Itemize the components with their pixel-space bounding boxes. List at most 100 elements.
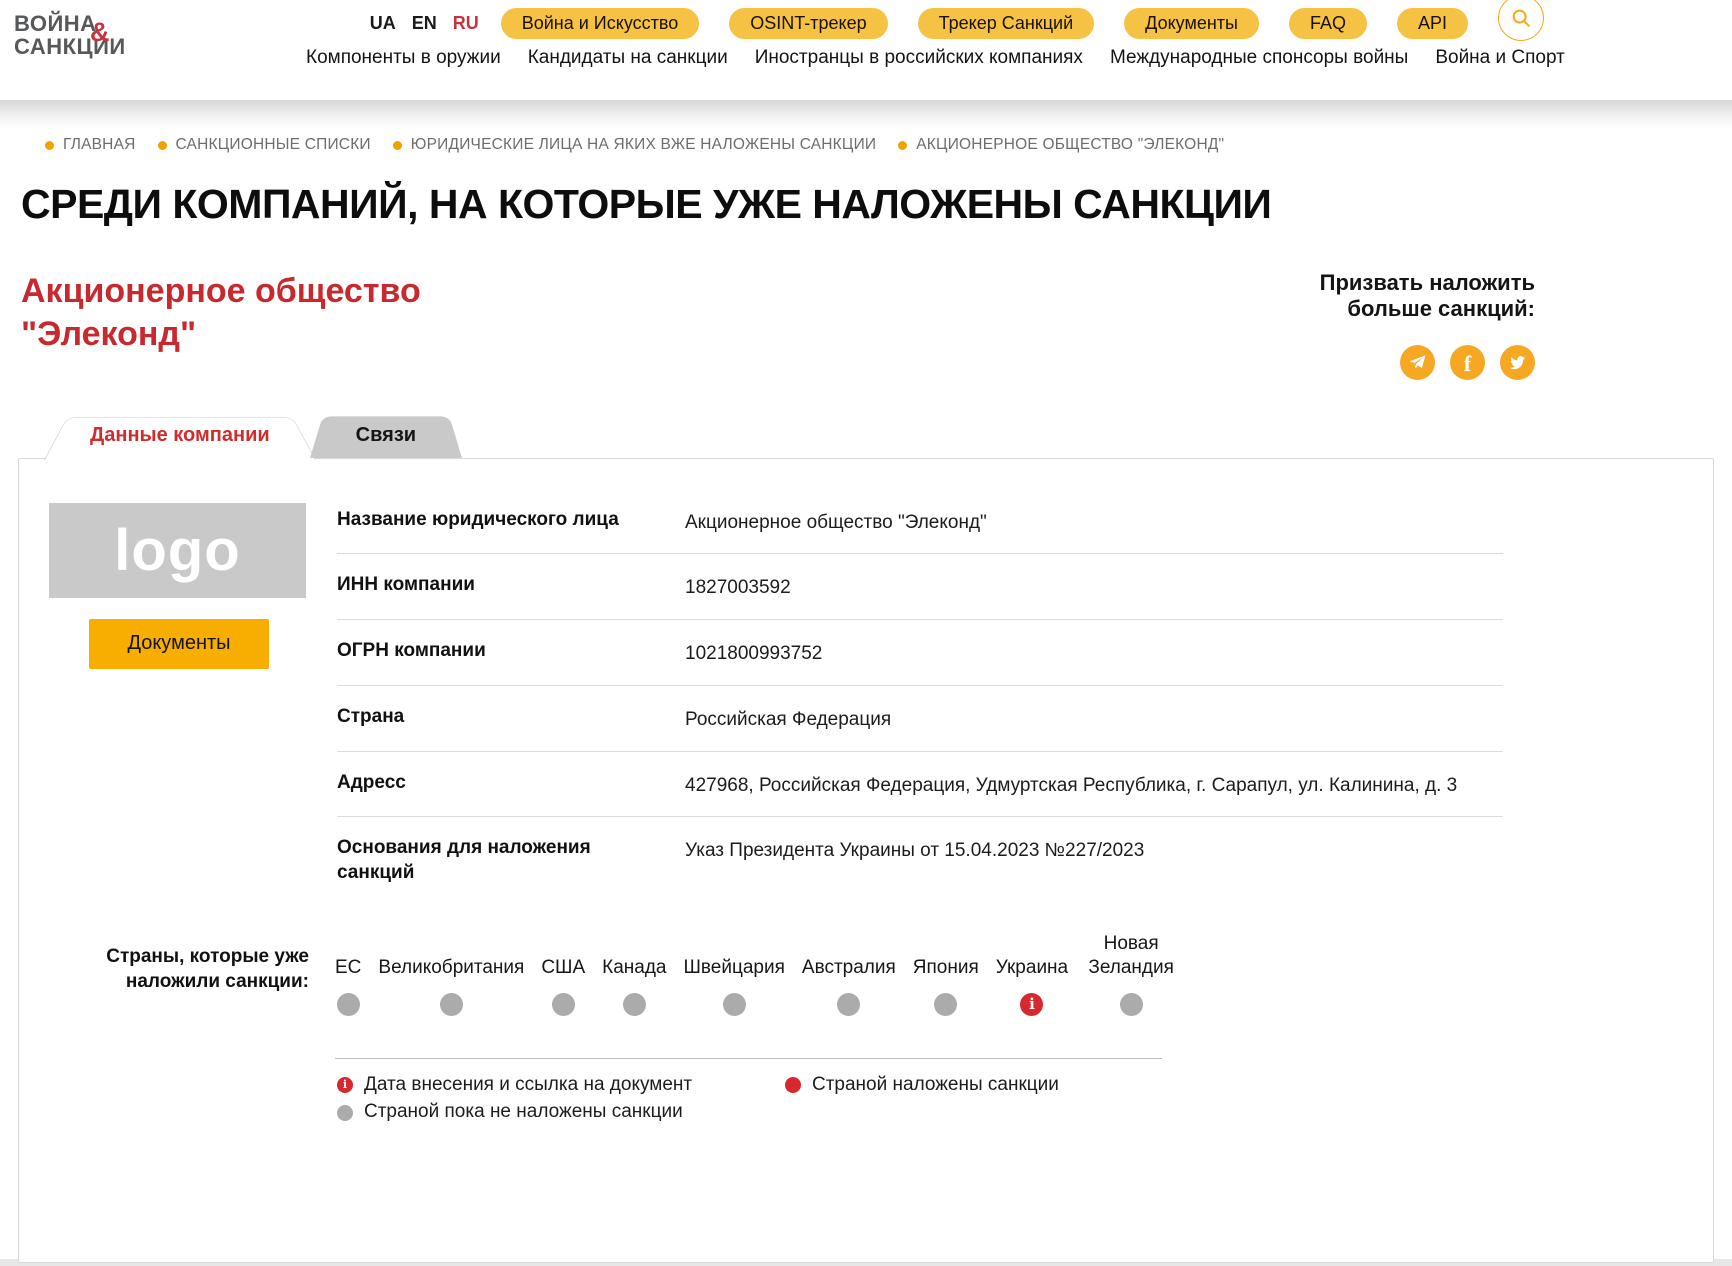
social-share-row: f (1290, 345, 1535, 380)
field-value: 1827003592 (685, 573, 791, 601)
logo-line1: ВОЙНА (14, 12, 164, 35)
field-value: 1021800993752 (685, 639, 822, 667)
twitter-icon[interactable] (1500, 345, 1535, 380)
sanction-countries-section: Страны, которые уже наложили санкции: ЕС… (49, 930, 1683, 1016)
red-dot-icon (785, 1077, 801, 1093)
pill-documents[interactable]: Документы (1124, 8, 1259, 39)
breadcrumb-label[interactable]: ГЛАВНАЯ (63, 136, 136, 154)
pill-sanctions-tracker[interactable]: Трекер Санкций (918, 8, 1095, 39)
search-icon[interactable] (1498, 0, 1544, 41)
company-data-panel: logo Документы Название юридического лиц… (18, 458, 1714, 1263)
legend-item-info: Дата внесения и ссылка на документ (337, 1074, 785, 1097)
field-label: ИНН компании (337, 573, 685, 598)
breadcrumb-dot-icon (158, 141, 167, 150)
breadcrumb-dot-icon (393, 141, 402, 150)
field-label: Адресс (337, 771, 685, 796)
status-dot (552, 993, 575, 1016)
country-switzerland: Швейцария (684, 930, 785, 1016)
legend: Дата внесения и ссылка на документ Стран… (337, 1074, 1683, 1130)
pill-osint-tracker[interactable]: OSINT-трекер (729, 8, 887, 39)
lang-en[interactable]: EN (412, 13, 437, 34)
country-japan: Япония (913, 930, 979, 1016)
table-row: Страна Российская Федерация (337, 686, 1503, 752)
pill-api[interactable]: API (1397, 8, 1468, 39)
country-australia: Австралия (802, 930, 896, 1016)
lang-ru[interactable]: RU (453, 13, 479, 34)
tab-relations[interactable]: Связи (324, 414, 448, 458)
telegram-icon[interactable] (1400, 345, 1435, 380)
logo-line2: САНКЦИИ (14, 35, 164, 58)
logo-ampersand: & (90, 21, 110, 44)
nav-sanction-candidates[interactable]: Кандидаты на санкции (528, 47, 728, 69)
table-row: Адресс 427968, Российская Федерация, Удм… (337, 752, 1503, 818)
nav-weapon-components[interactable]: Компоненты в оружии (306, 47, 501, 69)
page-title: СРЕДИ КОМПАНИЙ, НА КОТОРЫЕ УЖЕ НАЛОЖЕНЫ … (21, 181, 1732, 228)
company-data-table: Название юридического лица Акционерное о… (337, 489, 1503, 904)
field-label: ОГРН компании (337, 639, 685, 664)
field-label: Название юридического лица (337, 508, 685, 533)
main-content: ГЛАВНАЯ САНКЦИОННЫЕ СПИСКИ ЮРИДИЧЕСКИЕ Л… (0, 136, 1732, 1263)
nav-foreigners-in-companies[interactable]: Иностранцы в российских компаниях (755, 47, 1083, 69)
status-dot (934, 993, 957, 1016)
status-dot (1120, 993, 1143, 1016)
pill-war-and-art[interactable]: Война и Искусство (501, 8, 700, 39)
countries-list: ЕС Великобритания США Канада Швейцария (335, 930, 1177, 1016)
legend-item-sanctioned: Страной наложены санкции (785, 1074, 1059, 1097)
table-row: Название юридического лица Акционерное о… (337, 489, 1503, 555)
company-name: Акционерное общество "Элеконд" (21, 270, 581, 380)
breadcrumb-label[interactable]: САНКЦИОННЫЕ СПИСКИ (176, 136, 371, 154)
field-value: Акционерное общество "Элеконд" (685, 508, 987, 536)
field-value: 427968, Российская Федерация, Удмуртская… (685, 771, 1457, 799)
facebook-icon[interactable]: f (1450, 345, 1485, 380)
country-uk: Великобритания (378, 930, 524, 1016)
table-row: ОГРН компании 1021800993752 (337, 620, 1503, 686)
field-label: Основания для наложения санкций (337, 836, 685, 885)
lang-ua[interactable]: UA (370, 13, 396, 34)
country-usa: США (541, 930, 585, 1016)
status-dot (723, 993, 746, 1016)
status-dot (837, 993, 860, 1016)
breadcrumb-dot-icon (898, 141, 907, 150)
breadcrumb-current-company: АКЦИОНЕРНОЕ ОБЩЕСТВО "ЭЛЕКОНД" (898, 136, 1224, 154)
cta-text: Призвать наложить больше санкций: (1290, 270, 1535, 323)
field-value: Российская Федерация (685, 705, 891, 733)
info-icon[interactable] (1020, 993, 1043, 1016)
breadcrumb-label[interactable]: ЮРИДИЧЕСКИЕ ЛИЦА НА ЯКИХ ВЖЕ НАЛОЖЕНЫ СА… (411, 136, 876, 154)
header-shadow (0, 100, 1732, 130)
field-value: Указ Президента Украины от 15.04.2023 №2… (685, 836, 1144, 864)
company-logo-placeholder: logo (49, 503, 306, 598)
info-icon (337, 1077, 353, 1093)
status-dot (440, 993, 463, 1016)
pill-faq[interactable]: FAQ (1289, 8, 1367, 39)
site-header: ВОЙНА & САНКЦИИ UA EN RU Война и Искусст… (0, 0, 1732, 100)
field-label: Страна (337, 705, 685, 730)
nav-war-sponsors[interactable]: Международные спонсоры войны (1110, 47, 1408, 69)
table-row: Основания для наложения санкций Указ Пре… (337, 817, 1503, 903)
status-dot (623, 993, 646, 1016)
status-dot (337, 993, 360, 1016)
breadcrumb-dot-icon (45, 141, 54, 150)
countries-label: Страны, которые уже наложили санкции: (63, 930, 309, 1016)
main-nav: Компоненты в оружии Кандидаты на санкции… (164, 47, 1732, 69)
breadcrumb-sanction-lists[interactable]: САНКЦИОННЫЕ СПИСКИ (158, 136, 371, 154)
tab-company-data[interactable]: Данные компании (58, 414, 302, 458)
call-to-action: Призвать наложить больше санкций: f (1290, 270, 1535, 380)
company-tabs: Данные компании Связи (58, 414, 1732, 458)
gray-dot-icon (337, 1105, 353, 1121)
documents-button[interactable]: Документы (89, 619, 269, 669)
legend-item-not-sanctioned: Страной пока не наложены санкции (337, 1101, 785, 1124)
breadcrumb-home[interactable]: ГЛАВНАЯ (45, 136, 136, 154)
country-eu: ЕС (335, 930, 361, 1016)
breadcrumb: ГЛАВНАЯ САНКЦИОННЫЕ СПИСКИ ЮРИДИЧЕСКИЕ Л… (45, 136, 1732, 154)
table-row: ИНН компании 1827003592 (337, 554, 1503, 620)
breadcrumb-legal-entities[interactable]: ЮРИДИЧЕСКИЕ ЛИЦА НА ЯКИХ ВЖЕ НАЛОЖЕНЫ СА… (393, 136, 876, 154)
header-top-row: UA EN RU Война и Искусство OSINT-трекер … (164, 6, 1732, 40)
country-ukraine: Украина (996, 930, 1068, 1016)
site-logo[interactable]: ВОЙНА & САНКЦИИ (14, 12, 164, 100)
nav-war-and-sport[interactable]: Война и Спорт (1435, 47, 1565, 69)
language-switcher: UA EN RU (370, 13, 479, 34)
country-canada: Канада (602, 930, 666, 1016)
country-new-zealand: Новая Зеландия (1085, 930, 1177, 1016)
legend-divider (335, 1058, 1162, 1059)
breadcrumb-label: АКЦИОНЕРНОЕ ОБЩЕСТВО "ЭЛЕКОНД" (916, 136, 1224, 154)
